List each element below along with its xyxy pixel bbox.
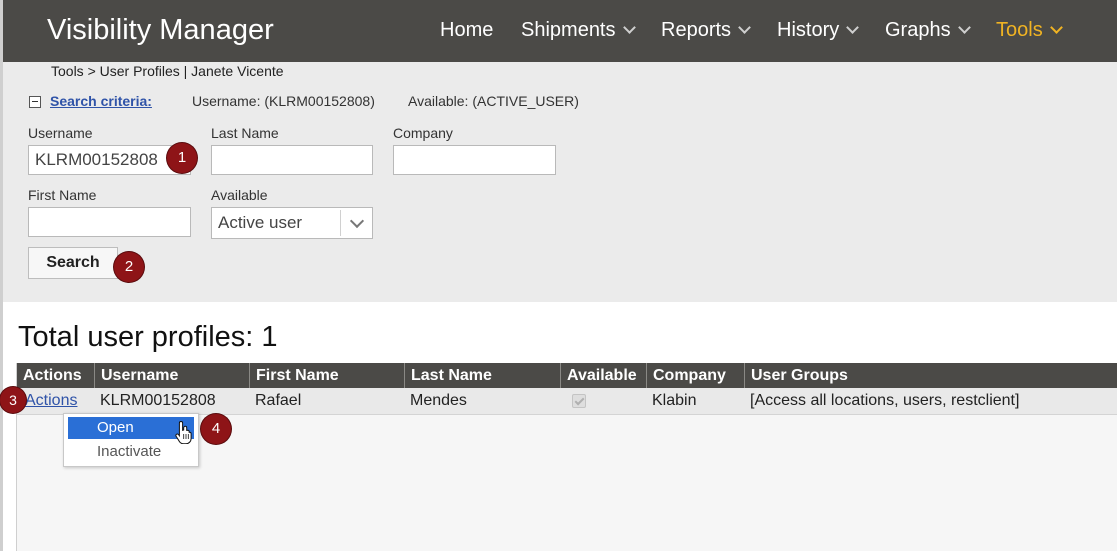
actions-cell: Actions <box>19 388 94 414</box>
nav-tools-label: Tools <box>996 19 1043 41</box>
chevron-down-icon <box>622 21 636 34</box>
last-name-cell: Mendes <box>410 392 467 409</box>
last-name-input[interactable] <box>211 145 373 175</box>
search-button[interactable]: Search <box>28 247 118 279</box>
collapse-icon[interactable] <box>29 96 41 108</box>
company-label: Company <box>393 125 453 141</box>
column-header-first-name[interactable]: First Name <box>249 363 404 388</box>
step-badge-2: 2 <box>114 252 144 282</box>
nav-reports-label: Reports <box>661 19 732 41</box>
available-select[interactable]: Active user <box>211 207 373 239</box>
step-badge-1: 1 <box>167 143 197 173</box>
username-label: Username <box>28 125 93 141</box>
nav-graphs-label: Graphs <box>885 19 951 41</box>
column-header-user-groups[interactable]: User Groups <box>744 363 1117 388</box>
chevron-down-icon <box>349 213 365 229</box>
menu-item-inactivate[interactable]: Inactivate <box>68 441 194 463</box>
search-criteria-link[interactable]: Search criteria: <box>50 93 152 109</box>
chevron-down-icon <box>738 21 751 34</box>
column-header-username[interactable]: Username <box>94 363 249 388</box>
chevron-down-icon <box>1049 21 1063 34</box>
company-input[interactable] <box>393 145 556 175</box>
nav-shipments-label: Shipments <box>521 19 616 41</box>
nav-tools[interactable]: Tools <box>996 19 1063 42</box>
hand-pointer-icon <box>175 420 192 444</box>
nav-shipments[interactable]: Shipments <box>521 19 636 42</box>
available-label: Available <box>211 187 268 203</box>
company-cell: Klabin <box>652 392 697 409</box>
nav-history[interactable]: History <box>777 19 860 42</box>
step-badge-3: 3 <box>0 387 26 413</box>
nav-home[interactable]: Home <box>440 19 493 42</box>
nav-home-label: Home <box>440 19 494 41</box>
available-selected-value: Active user <box>218 213 303 232</box>
chevron-down-icon <box>957 21 971 34</box>
available-cell <box>560 388 646 414</box>
nav-reports[interactable]: Reports <box>661 19 751 42</box>
nav-history-label: History <box>777 19 840 41</box>
column-header-actions: Actions <box>23 367 82 384</box>
search-panel: Tools > User Profiles | Janete Vicente S… <box>3 62 1117 302</box>
select-divider <box>340 210 341 236</box>
table-row: Actions KLRM00152808 Rafael Mendes Klabi… <box>17 388 1117 415</box>
column-header-last-name[interactable]: Last Name <box>404 363 560 388</box>
first-name-input[interactable] <box>28 207 191 237</box>
breadcrumb: Tools > User Profiles | Janete Vicente <box>51 63 284 79</box>
chevron-down-icon <box>846 21 860 34</box>
username-cell: KLRM00152808 <box>100 392 216 409</box>
top-header: Visibility Manager Home Shipments Report… <box>3 0 1117 62</box>
step-badge-4: 4 <box>201 414 231 444</box>
available-checkbox <box>572 394 586 408</box>
column-header-company[interactable]: Company <box>646 363 744 388</box>
app-title: Visibility Manager <box>47 14 274 46</box>
user-groups-cell: [Access all locations, users, restclient… <box>750 392 1020 409</box>
actions-link[interactable]: Actions <box>25 392 77 409</box>
criteria-username-summary: Username: (KLRM00152808) <box>192 93 375 109</box>
total-user-profiles: Total user profiles: 1 <box>18 321 278 353</box>
first-name-label: First Name <box>28 187 97 203</box>
table-header: Actions Username First Name Last Name Av… <box>17 363 1117 388</box>
first-name-cell: Rafael <box>255 392 302 409</box>
column-header-available[interactable]: Available <box>560 363 646 388</box>
last-name-label: Last Name <box>211 125 279 141</box>
criteria-available-summary: Available: (ACTIVE_USER) <box>408 93 579 109</box>
nav-graphs[interactable]: Graphs <box>885 19 971 42</box>
